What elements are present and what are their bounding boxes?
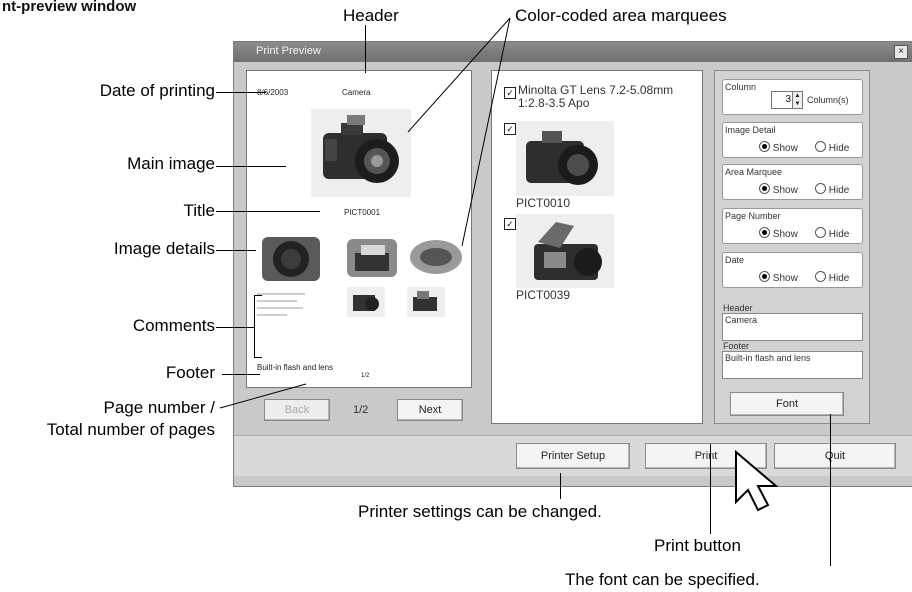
diagonal-leaders (219, 17, 511, 409)
